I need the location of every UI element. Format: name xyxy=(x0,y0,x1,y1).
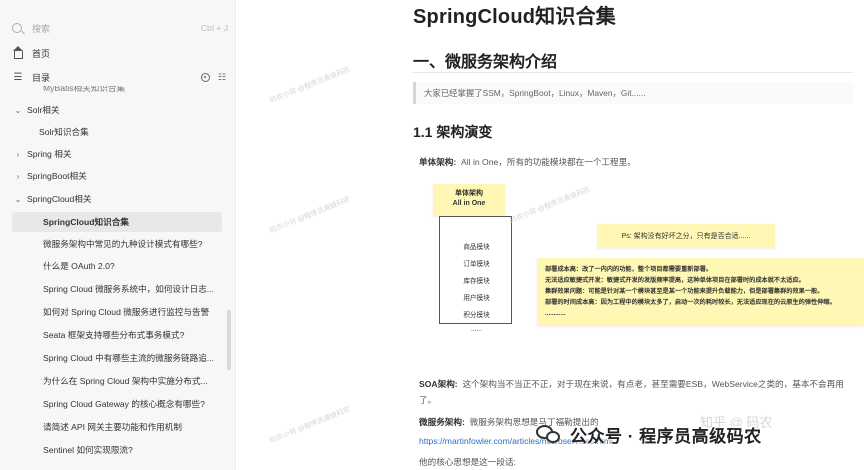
tree-doc[interactable]: SpringCloud知识合集 xyxy=(12,212,222,232)
page-title: SpringCloud知识合集 xyxy=(413,6,616,28)
document-area: SpringCloud知识合集 一、微服务架构介绍 大家已经掌握了SSM，Spr… xyxy=(237,0,864,470)
tree-item-label: Spring Cloud 中有哪些主流的微服务链路追... xyxy=(43,353,214,363)
tree-folder[interactable]: › SpringBoot相关 xyxy=(12,166,224,186)
drawback-line: 部署成本高：改了一内内的功能，整个项目都需要重新部署。 xyxy=(545,266,713,273)
tree-item-label: SpringBoot相关 xyxy=(27,171,87,181)
module-label: ...... xyxy=(471,326,482,333)
module-label: 积分模块 xyxy=(463,312,490,319)
paragraph-soa: SOA架构: 这个架构当不当正不正，对于现在来说，有点老，甚至需要ESB，Web… xyxy=(419,376,859,408)
module-label: 用户模块 xyxy=(463,295,490,302)
chevron-right-icon: › xyxy=(16,171,20,181)
section-heading: 一、微服务架构介绍 xyxy=(413,54,558,71)
tree-item-label: Solr相关 xyxy=(27,105,60,115)
subsection-heading: 1.1 架构演变 xyxy=(413,124,493,140)
tree-doc[interactable]: 请简述 API 网关主要功能和作用机制 xyxy=(12,417,222,437)
tree-folder[interactable]: › Spring 相关 xyxy=(12,144,224,164)
tree-item-label: 微服务架构中常见的九种设计模式有哪些? xyxy=(43,239,203,249)
architecture-diagram: 单体架构 All in One 商品模块订单模块库存模块用户模块积分模块....… xyxy=(419,176,864,341)
tree-item-label: MyBatis相关知识合集 xyxy=(43,86,126,93)
search-icon xyxy=(12,23,22,33)
tree-item-label: 如何对 Spring Cloud 微服务进行监控与告警 xyxy=(43,307,210,317)
chevron-right-icon: › xyxy=(16,149,20,159)
tree-doc[interactable]: 为什么在 Spring Cloud 架构中实施分布式... xyxy=(12,371,222,391)
tree-doc[interactable]: Seata 框架支持哪些分布式事务模式? xyxy=(12,325,222,345)
locate-icon[interactable] xyxy=(200,72,210,82)
tree-item-label: SpringCloud知识合集 xyxy=(43,217,129,227)
chevron-down-icon: ⌄ xyxy=(14,194,22,204)
watermark: 码农小何 @程序员高级码农 xyxy=(269,406,352,445)
drawbacks-note: 部署成本高：改了一内内的功能，整个项目都需要重新部署。无法适应敏捷式开发：敏捷式… xyxy=(537,258,864,326)
tree-item-label: 请简述 API 网关主要功能和作用机制 xyxy=(43,422,182,432)
nav-toc[interactable]: ☰ 目录 ☷ xyxy=(12,68,232,86)
nav-home[interactable]: 首页 xyxy=(12,44,232,62)
toc-icon: ☰ xyxy=(13,71,23,83)
nav-toc-label: 目录 xyxy=(32,72,51,83)
tree-doc[interactable]: Spring Cloud 微服务系统中，如何设计日志... xyxy=(12,279,222,299)
nav-home-label: 首页 xyxy=(32,48,51,59)
wechat-banner: 公众号 · 程序员高级码农 xyxy=(536,418,762,450)
ps-note: Ps: 架构没有好坏之分，只有是否合适...... xyxy=(597,224,775,248)
tree-doc[interactable]: 微服务架构中常见的九种设计模式有哪些? xyxy=(12,234,222,254)
heading-divider xyxy=(413,72,853,73)
wechat-icon xyxy=(536,423,562,445)
tree-doc[interactable]: 如何对 Spring Cloud 微服务进行监控与告警 xyxy=(12,302,222,322)
diagram-title-line1: 单体架构 xyxy=(455,190,483,197)
tree-item-label: SpringCloud相关 xyxy=(27,194,92,204)
tree-doc[interactable]: Sentinel 如何实现限流? xyxy=(12,440,222,460)
para-label: 单体架构: xyxy=(419,157,457,167)
tree-item-label: Spring Cloud 微服务系统中，如何设计日志... xyxy=(43,284,214,294)
tree-folder[interactable]: ⌄ SpringCloud相关 xyxy=(12,189,224,209)
sidebar-scrollbar[interactable] xyxy=(227,310,231,370)
tree-item-label: Sentinel 如何实现限流? xyxy=(43,445,133,455)
tree-doc[interactable]: MyBatis相关知识合集 xyxy=(12,86,224,94)
sidebar: 搜索 Ctrl + J 首页 ☰ 目录 ☷ MyBatis相关知识合集 ⌄ Solr… xyxy=(0,0,236,470)
module-label: 商品模块 xyxy=(463,244,490,251)
tree-doc[interactable]: Spring Cloud 中有哪些主流的微服务链路追... xyxy=(12,348,222,368)
tree-item-label: Spring 相关 xyxy=(27,149,72,159)
para-label: 微服务架构: xyxy=(419,417,465,427)
search-box[interactable]: 搜索 Ctrl + J xyxy=(10,18,232,38)
drawback-line: 集群效果问题：可能是针对某一个模块甚至是某一个功能来提升负载能力，但是部署集群的… xyxy=(545,288,824,295)
tree-folder[interactable]: ⌄ Solr相关 xyxy=(12,100,224,120)
search-placeholder: 搜索 xyxy=(32,23,51,34)
outline-list-icon[interactable]: ☷ xyxy=(218,72,226,83)
diagram-title-line2: All in One xyxy=(452,200,486,207)
tree-doc[interactable]: 什么是 OAuth 2.0? xyxy=(12,256,222,276)
tree-item-label: Seata 框架支持哪些分布式事务模式? xyxy=(43,330,185,340)
tree-item-label: 为什么在 Spring Cloud 架构中实施分布式... xyxy=(43,376,208,386)
drawback-line: 部署的时间成本高：因为工程中的模块太多了，启动一次的耗时较长，无法适应现在的云原… xyxy=(545,299,836,306)
chevron-down-icon: ⌄ xyxy=(14,105,22,115)
module-label: 订单模块 xyxy=(463,261,490,268)
watermark: 码农小何 @程序员高级码农 xyxy=(269,196,352,235)
drawback-line: 无法适应敏捷式开发：敏捷式开发的发版频率提高，这种单体项目在部署时的成本就不太适… xyxy=(545,277,805,284)
diagram-title-note: 单体架构 All in One xyxy=(433,184,505,216)
para-text: 这个架构当不当正不正，对于现在来说，有点老，甚至需要ESB，WebService… xyxy=(419,379,844,405)
quote-text: 大家已经掌握了SSM，SpringBoot，Linux，Maven，Git...… xyxy=(424,88,646,98)
tree-item-label: Solr知识合集 xyxy=(39,127,89,137)
tree-doc[interactable]: Solr知识合集 xyxy=(12,122,222,142)
paragraph-core-idea: 他的核心思想是这一段话: xyxy=(419,457,516,467)
module-box: 商品模块订单模块库存模块用户模块积分模块...... xyxy=(439,216,512,333)
para-text: All in One，所有的功能模块都在一个工程里。 xyxy=(461,157,636,167)
tree-item-label: Spring Cloud Gateway 的核心概念有哪些? xyxy=(43,399,205,409)
quote-block: 大家已经掌握了SSM，SpringBoot，Linux，Maven，Git...… xyxy=(413,82,853,104)
para-label: SOA架构: xyxy=(419,379,458,389)
home-icon xyxy=(12,45,23,59)
wechat-banner-text: 公众号 · 程序员高级码农 xyxy=(570,426,762,446)
search-shortcut: Ctrl + J xyxy=(200,23,228,33)
module-label: 库存模块 xyxy=(463,278,490,285)
watermark: 码农小何 @程序员高级码农 xyxy=(269,66,352,105)
tree-doc[interactable]: Spring Cloud Gateway 的核心概念有哪些? xyxy=(12,394,222,414)
paragraph-monolith: 单体架构: All in One，所有的功能模块都在一个工程里。 xyxy=(419,156,636,168)
tree-item-label: 什么是 OAuth 2.0? xyxy=(43,261,115,271)
drawback-line: ............ xyxy=(545,310,566,317)
